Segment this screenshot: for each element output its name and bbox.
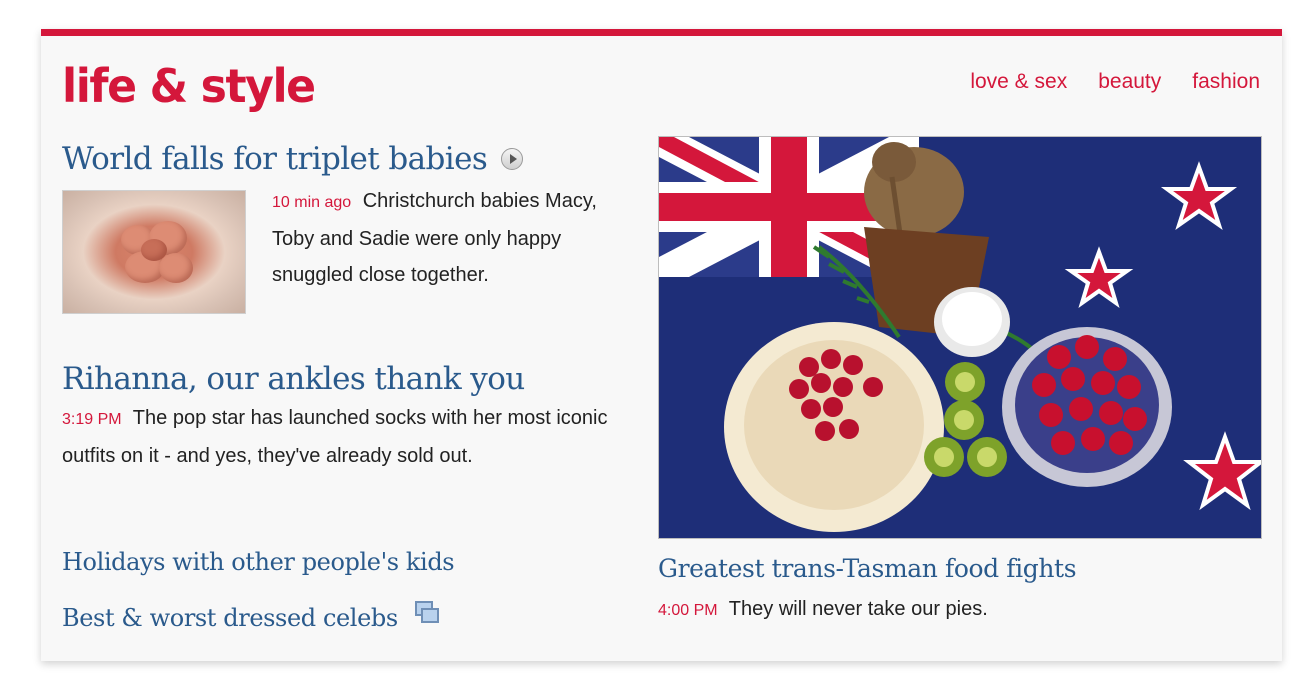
feature-time: 4:00 PM xyxy=(658,602,718,619)
video-play-icon[interactable] xyxy=(501,148,524,170)
feature-summary: They will never take our pies. xyxy=(728,598,988,620)
nav-link-love-sex[interactable]: love & sex xyxy=(970,70,1067,94)
section-nav: love & sex beauty fashion xyxy=(970,70,1260,94)
story-3-link[interactable]: Holidays with other people's kids xyxy=(62,547,455,577)
gallery-frame-front xyxy=(420,608,439,623)
feature-image-art xyxy=(659,137,1261,538)
story-2-time: 3:19 PM xyxy=(62,411,122,428)
story-4-link[interactable]: Best & worst dressed celebs xyxy=(62,603,398,633)
nav-link-fashion[interactable]: fashion xyxy=(1192,70,1260,94)
feature-headline[interactable]: Greatest trans-Tasman food fights xyxy=(658,553,1077,585)
story-1-summary-block: 10 min ago Christchurch babies Macy, Tob… xyxy=(272,183,632,293)
story-1-thumbnail[interactable] xyxy=(62,190,246,314)
story-1-time: 10 min ago xyxy=(272,194,352,211)
section-title[interactable]: life & style xyxy=(62,56,316,116)
story-1-headline[interactable]: World falls for triplet babies xyxy=(62,139,488,179)
photo-gallery-icon[interactable] xyxy=(413,599,443,627)
story-2-headline[interactable]: Rihanna, our ankles thank you xyxy=(62,359,525,399)
story-4-row: Best & worst dressed celebs xyxy=(62,601,443,633)
story-1-header: World falls for triplet babies xyxy=(62,139,524,179)
story-2-summary-block: 3:19 PM The pop star has launched socks … xyxy=(62,400,622,474)
feature-image[interactable] xyxy=(658,136,1262,539)
nav-link-beauty[interactable]: beauty xyxy=(1098,70,1161,94)
feature-summary-block: 4:00 PM They will never take our pies. xyxy=(658,591,1238,629)
life-style-section: life & style love & sex beauty fashion W… xyxy=(41,29,1282,661)
story-2-summary: The pop star has launched socks with her… xyxy=(62,407,608,467)
thumbnail-detail xyxy=(141,239,167,261)
thumbnail-detail xyxy=(159,253,193,283)
